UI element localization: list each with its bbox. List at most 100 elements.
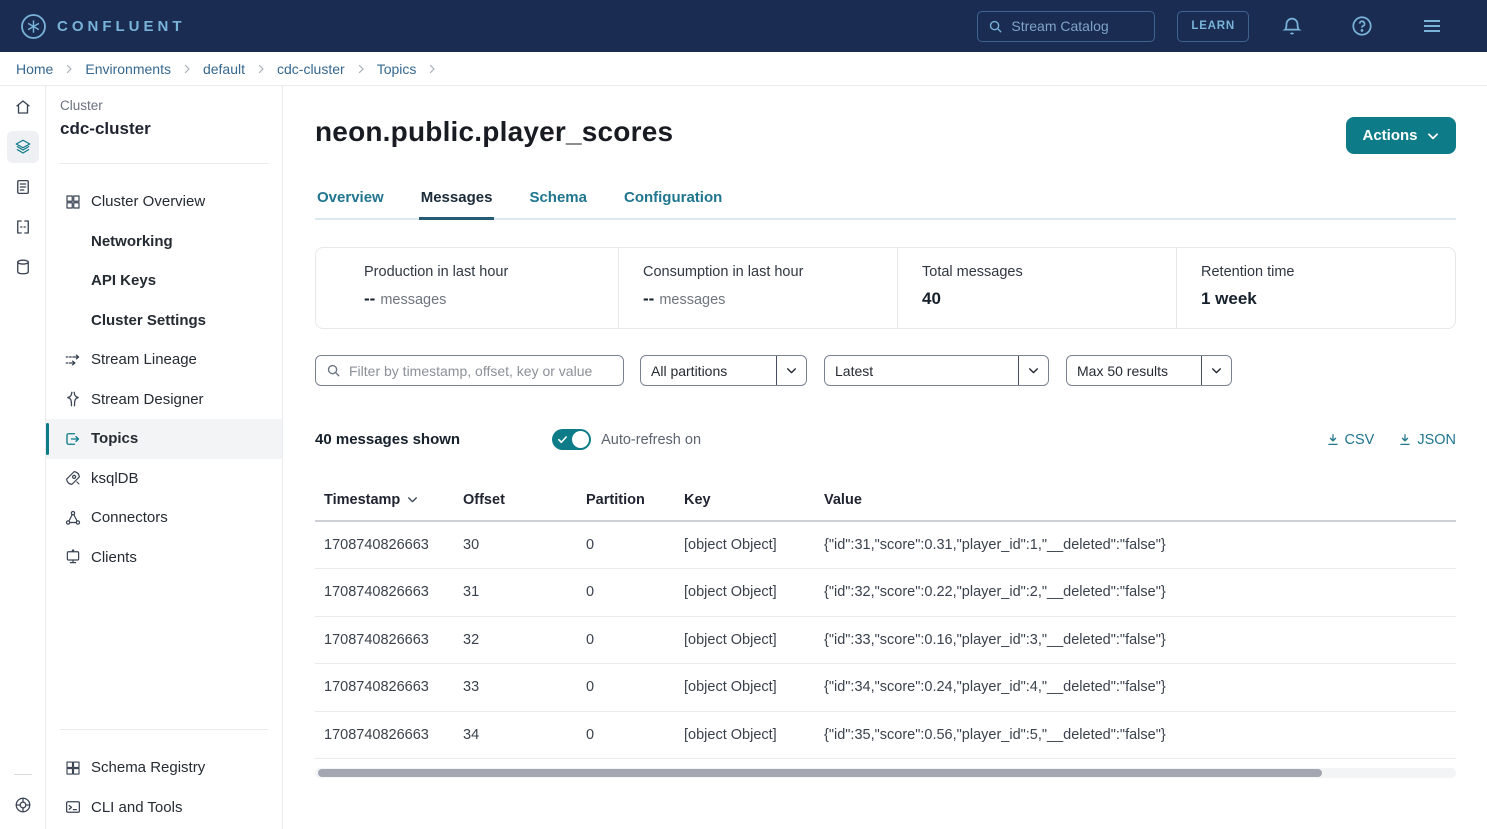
cell-value: {"id":34,"score":0.24,"player_id":4,"__d… [816, 664, 1456, 712]
sidebar-item-stream-lineage[interactable]: Stream Lineage [46, 340, 282, 380]
sidebar-menu: Cluster Overview Networking API Keys Cluste… [46, 182, 282, 577]
sidebar-item-cluster-settings[interactable]: Cluster Settings [46, 301, 282, 341]
icon-rail [0, 86, 46, 829]
cell-key: [object Object] [676, 711, 816, 759]
check-icon [557, 434, 568, 445]
top-nav-right: Stream Catalog LEARN [977, 11, 1467, 42]
message-order-select-value: Latest [825, 363, 1018, 379]
column-header-key[interactable]: Key [676, 480, 816, 521]
message-row[interactable]: 1708740826663320[object Object]{"id":33,… [315, 616, 1456, 664]
messages-table: TimestampOffsetPartitionKeyValue 1708740… [315, 480, 1456, 759]
breadcrumb-topics[interactable]: Topics [377, 61, 417, 77]
breadcrumb-cdc-cluster[interactable]: cdc-cluster [277, 61, 345, 77]
chevron-down-icon [776, 356, 806, 385]
tab-messages[interactable]: Messages [419, 189, 495, 220]
column-header-offset[interactable]: Offset [455, 480, 578, 521]
toggle-knob [572, 431, 589, 448]
tab-overview[interactable]: Overview [315, 189, 386, 220]
breadcrumb-environments[interactable]: Environments [85, 61, 171, 77]
learn-button[interactable]: LEARN [1177, 11, 1249, 42]
stat-label: Retention time [1201, 264, 1455, 280]
message-filter-placeholder: Filter by timestamp, offset, key or valu… [349, 363, 592, 379]
brand-name: CONFLUENT [57, 18, 186, 35]
stat-label: Total messages [922, 264, 1176, 280]
globe-support-icon[interactable] [7, 789, 39, 821]
page-title: neon.public.player_scores [315, 116, 673, 148]
message-row[interactable]: 1708740826663330[object Object]{"id":34,… [315, 664, 1456, 712]
download-icon [1326, 433, 1340, 447]
notifications-bell-icon[interactable] [1257, 15, 1327, 37]
sort-chevron-down-icon[interactable] [406, 493, 419, 506]
sidebar-item-cluster-overview[interactable]: Cluster Overview [46, 182, 282, 222]
clients-monitor-icon [64, 548, 82, 566]
chevron-right-icon [181, 63, 193, 75]
environment-brackets-icon[interactable] [7, 211, 39, 243]
cell-timestamp: 1708740826663 [315, 664, 455, 712]
chevron-right-icon [63, 63, 75, 75]
document-icon[interactable] [7, 171, 39, 203]
download-csv-link[interactable]: CSV [1326, 432, 1375, 448]
sidebar-item-label: Topics [91, 430, 138, 447]
column-header-partition[interactable]: Partition [578, 480, 676, 521]
connectors-icon [64, 509, 82, 527]
message-row[interactable]: 1708740826663310[object Object]{"id":32,… [315, 569, 1456, 617]
message-filter-input[interactable]: Filter by timestamp, offset, key or valu… [315, 355, 624, 386]
home-icon[interactable] [7, 91, 39, 123]
actions-button[interactable]: Actions [1346, 117, 1456, 154]
sidebar-item-label: Connectors [91, 509, 168, 526]
message-row[interactable]: 1708740826663300[object Object]{"id":31,… [315, 521, 1456, 569]
sidebar-item-label: Cluster Settings [91, 312, 206, 329]
sidebar-item-clients[interactable]: Clients [46, 538, 282, 578]
topic-stats-bar: Production in last hour--messagesConsump… [315, 247, 1456, 329]
sidebar-item-schema-registry[interactable]: Schema Registry [46, 748, 282, 788]
sidebar-item-label: Networking [91, 233, 173, 250]
download-json-link[interactable]: JSON [1398, 432, 1456, 448]
stat-value: 40 [922, 289, 1176, 309]
confluent-app: CONFLUENT Stream Catalog LEARN [0, 0, 1487, 829]
chevron-down-icon [1201, 356, 1231, 385]
hamburger-menu-icon[interactable] [1397, 14, 1467, 38]
horizontal-scrollbar-thumb[interactable] [318, 769, 1322, 777]
message-order-select[interactable]: Latest [824, 355, 1049, 386]
cell-value: {"id":31,"score":0.31,"player_id":1,"__d… [816, 521, 1456, 569]
cell-timestamp: 1708740826663 [315, 711, 455, 759]
tab-configuration[interactable]: Configuration [622, 189, 724, 220]
stat-suffix: messages [659, 292, 725, 308]
tab-schema[interactable]: Schema [527, 189, 589, 220]
chevron-down-icon [1018, 356, 1048, 385]
cell-offset: 30 [455, 521, 578, 569]
horizontal-scrollbar[interactable] [315, 768, 1456, 778]
stream-catalog-search-input[interactable]: Stream Catalog [977, 11, 1155, 42]
app-shell: Cluster cdc-cluster Cluster OverviewNetw… [0, 86, 1487, 829]
sidebar-item-connectors[interactable]: Connectors [46, 498, 282, 538]
database-icon[interactable] [7, 251, 39, 283]
cluster-label: Cluster [46, 98, 282, 113]
sidebar-item-stream-designer[interactable]: Stream Designer [46, 380, 282, 420]
message-filters: Filter by timestamp, offset, key or valu… [315, 355, 1456, 386]
stat-value: 1 week [1201, 289, 1455, 309]
cell-value: {"id":33,"score":0.16,"player_id":3,"__d… [816, 616, 1456, 664]
auto-refresh-toggle[interactable] [552, 429, 591, 450]
column-header-value[interactable]: Value [816, 480, 1456, 521]
confluent-logo[interactable]: CONFLUENT [20, 13, 186, 40]
breadcrumb-default[interactable]: default [203, 61, 245, 77]
cell-partition: 0 [578, 664, 676, 712]
terminal-icon [64, 798, 82, 816]
help-icon[interactable] [1327, 15, 1397, 37]
layers-cluster-icon[interactable] [7, 131, 39, 163]
rail-divider [14, 774, 32, 775]
sidebar-item-label: Schema Registry [91, 759, 205, 776]
sidebar-item-label: CLI and Tools [91, 799, 182, 816]
sidebar-item-topics[interactable]: Topics [46, 419, 282, 459]
column-header-timestamp[interactable]: Timestamp [315, 480, 455, 521]
sidebar-item-cli-and-tools[interactable]: CLI and Tools [46, 788, 282, 828]
breadcrumb-home[interactable]: Home [16, 61, 53, 77]
sidebar-item-networking[interactable]: Networking [46, 222, 282, 262]
message-row[interactable]: 1708740826663340[object Object]{"id":35,… [315, 711, 1456, 759]
tab-bar: Overview Messages Schema Configuration [315, 189, 1456, 220]
sidebar-item-api-keys[interactable]: API Keys [46, 261, 282, 301]
download-json-label: JSON [1417, 432, 1456, 448]
partitions-select[interactable]: All partitions [640, 355, 807, 386]
result-limit-select[interactable]: Max 50 results [1066, 355, 1232, 386]
sidebar-item-ksqldb[interactable]: ksqlDB [46, 459, 282, 499]
